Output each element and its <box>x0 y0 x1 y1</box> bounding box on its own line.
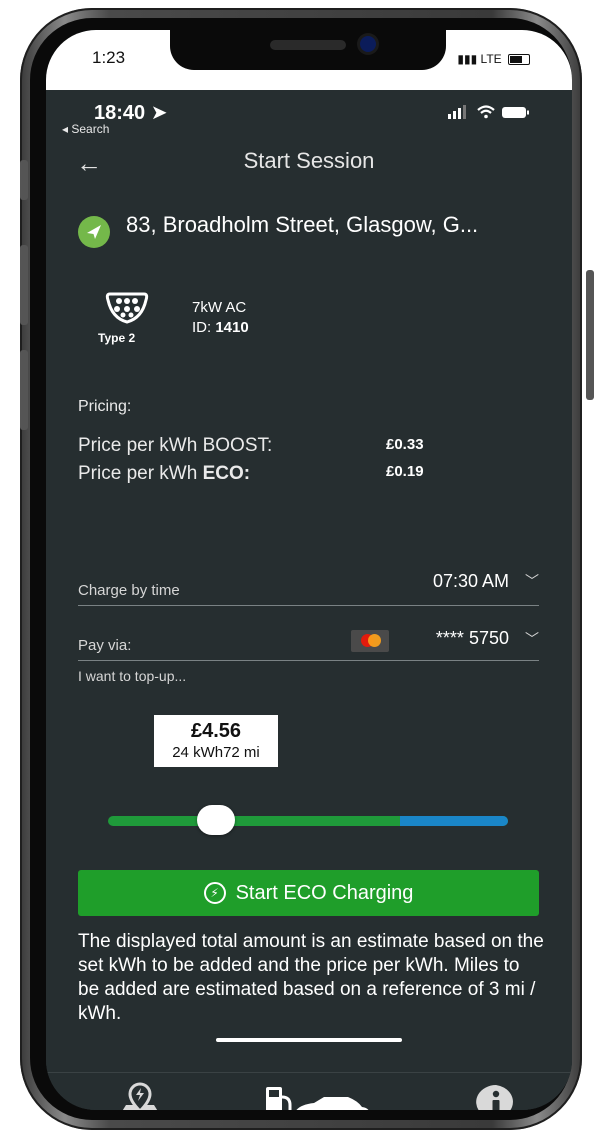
volume-down-button <box>20 350 28 430</box>
home-indicator[interactable] <box>216 1038 402 1042</box>
speaker <box>270 40 346 50</box>
phone-screen: 1:23 ▮▮▮ LTE 18:40 ➤ ◂ Search ← Start Se… <box>46 30 572 1110</box>
card-number: **** 5750 <box>435 628 509 648</box>
page-title: Start Session <box>243 148 375 173</box>
topup-slider-thumb[interactable] <box>197 805 235 835</box>
charge-by-time-field[interactable]: Charge by time 07:30 AM ﹀ <box>78 568 539 606</box>
outer-clock: 1:23 <box>92 48 126 67</box>
connector-power: 7kW AC <box>192 299 247 316</box>
connector-type-label: Type 2 <box>98 331 136 345</box>
charge-by-time-label: Charge by time <box>78 582 180 599</box>
pricing-heading: Pricing: <box>78 398 132 415</box>
mastercard-icon <box>351 630 389 652</box>
topup-energy-range: 24 kWh72 mi <box>172 744 260 761</box>
estimate-disclaimer: The displayed total amount is an estimat… <box>78 931 544 1024</box>
notch <box>170 30 446 70</box>
outer-network: ▮▮▮ LTE <box>457 52 530 66</box>
tab-bar <box>46 1072 572 1110</box>
app-screen: 18:40 ➤ ◂ Search ← Start Session 83, Bro… <box>46 90 572 1110</box>
pay-via-label: Pay via: <box>78 637 132 654</box>
pay-via-field[interactable]: Pay via: **** 5750 ﹀ <box>78 623 539 661</box>
status-icons <box>448 104 532 123</box>
boost-price-value: £0.33 <box>386 436 424 453</box>
start-eco-charging-label: Start ECO Charging <box>235 881 414 904</box>
battery-icon <box>508 54 530 66</box>
charging-car-icon[interactable] <box>264 1081 374 1110</box>
map-pin-icon[interactable] <box>112 1081 168 1110</box>
charge-by-time-value: 07:30 AM <box>432 571 509 591</box>
back-to-search-link[interactable]: ◂ Search <box>62 122 109 136</box>
mute-switch <box>20 160 28 200</box>
start-eco-charging-button[interactable]: ⚡ Start ECO Charging <box>78 870 539 916</box>
eco-price-label: Price per kWh ECO: <box>78 463 251 484</box>
signal-icon: ▮▮▮ <box>457 52 481 66</box>
chevron-down-icon[interactable]: ﹀ <box>525 629 539 649</box>
camera <box>360 36 376 52</box>
volume-up-button <box>20 245 28 325</box>
connector-id: ID: 1410 <box>192 319 249 336</box>
topup-slider-limit-segment <box>400 816 508 826</box>
navigation-icon <box>78 216 110 248</box>
boost-price-label: Price per kWh BOOST: <box>78 435 273 456</box>
eco-price-value: £0.19 <box>386 463 424 480</box>
location-arrow-icon: ➤ <box>150 102 168 124</box>
power-button <box>586 270 594 400</box>
station-address: 83, Broadholm Street, Glasgow, G... <box>126 212 479 237</box>
topup-value-tooltip: £4.56 24 kWh72 mi <box>154 715 278 767</box>
topup-slider-track[interactable] <box>108 816 508 826</box>
topup-amount: £4.56 <box>190 720 242 742</box>
chevron-down-icon[interactable]: ﹀ <box>525 571 539 591</box>
bolt-icon: ⚡ <box>203 882 226 904</box>
signal-wifi-battery-icon <box>448 105 529 119</box>
info-icon[interactable] <box>470 1081 522 1110</box>
topup-label: I want to top-up... <box>78 668 187 684</box>
